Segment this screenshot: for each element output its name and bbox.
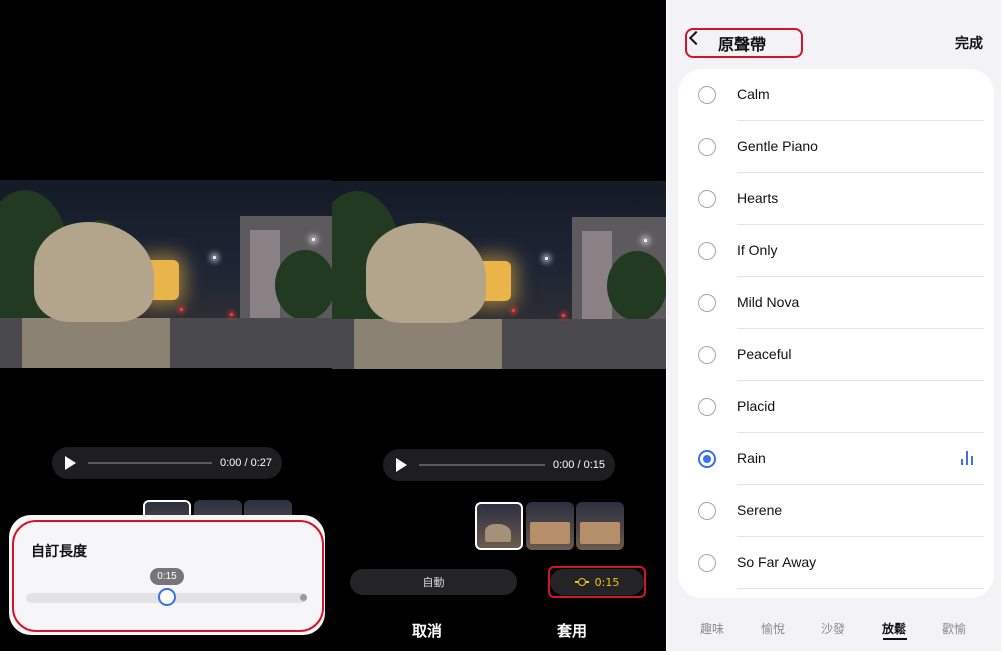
track-label: So Far Away xyxy=(737,554,817,570)
radio-button[interactable] xyxy=(698,554,716,572)
audio-player-bar: 0:00 / 0:15 xyxy=(383,449,615,481)
track-item-hearts[interactable]: Hearts xyxy=(678,173,994,225)
play-icon[interactable] xyxy=(396,458,407,472)
thumbnail-1[interactable] xyxy=(475,502,523,550)
track-label: Serene xyxy=(737,502,783,518)
track-item-calm[interactable]: Calm xyxy=(678,69,994,121)
tab-cheerful[interactable]: 歡愉 xyxy=(942,620,966,637)
track-item-serene[interactable]: Serene xyxy=(678,485,994,537)
track-item-mild-nova[interactable]: Mild Nova xyxy=(678,277,994,329)
now-playing-icon xyxy=(961,451,973,465)
track-item-peaceful[interactable]: Peaceful xyxy=(678,329,994,381)
progress-track[interactable] xyxy=(419,464,545,466)
track-label: Rain xyxy=(737,450,766,466)
slider-end-dot xyxy=(300,594,307,601)
radio-button[interactable] xyxy=(698,398,716,416)
thumbnail-3[interactable] xyxy=(576,502,624,550)
auto-length-button[interactable]: 自動 xyxy=(350,569,517,595)
track-item-gentle-piano[interactable]: Gentle Piano xyxy=(678,121,994,173)
custom-length-label: 0:15 xyxy=(594,575,620,589)
auto-length-label: 自動 xyxy=(422,576,445,589)
radio-button[interactable] xyxy=(698,190,716,208)
soundtrack-list: Calm Gentle Piano Hearts If Only Mild No… xyxy=(678,69,994,598)
tab-fun[interactable]: 趣味 xyxy=(700,620,724,637)
track-item-placid[interactable]: Placid xyxy=(678,381,994,433)
page-title: 原聲帶 xyxy=(718,35,767,54)
apply-button[interactable]: 套用 xyxy=(557,620,587,641)
soundtrack-header: 原聲帶 完成 xyxy=(667,0,1001,68)
video-editor-panel-trimmed: 0:00 / 0:15 自動 0:15 取消 套用 xyxy=(332,0,666,651)
track-label: Mild Nova xyxy=(737,294,800,310)
radio-button[interactable] xyxy=(698,242,716,260)
track-label: Hearts xyxy=(737,190,779,206)
radio-button-selected[interactable] xyxy=(698,450,716,468)
radio-button[interactable] xyxy=(698,138,716,156)
active-tab-indicator xyxy=(883,638,907,640)
genre-tabs: 趣味 愉悅 沙發 放鬆 歡愉 xyxy=(667,612,1001,640)
radio-button[interactable] xyxy=(698,86,716,104)
video-preview xyxy=(332,181,666,369)
length-adjust-icon xyxy=(574,578,589,586)
radio-button[interactable] xyxy=(698,294,716,312)
done-button[interactable]: 完成 xyxy=(955,33,983,53)
length-slider-handle[interactable] xyxy=(158,588,176,606)
custom-length-title: 自訂長度 xyxy=(31,544,87,560)
back-arrow-icon[interactable] xyxy=(688,30,704,46)
tab-joyful[interactable]: 愉悅 xyxy=(761,620,785,637)
video-preview xyxy=(0,180,332,368)
track-item-so-far-away[interactable]: So Far Away xyxy=(678,537,994,589)
track-item-rain[interactable]: Rain xyxy=(678,433,994,485)
playback-time: 0:00 / 0:15 xyxy=(553,459,605,471)
custom-length-card: 自訂長度 0:15 xyxy=(9,515,325,635)
tab-sofa[interactable]: 沙發 xyxy=(821,620,845,637)
track-label: Gentle Piano xyxy=(737,138,818,154)
tab-relax[interactable]: 放鬆 xyxy=(882,620,906,637)
progress-track[interactable] xyxy=(88,462,212,464)
audio-player-bar: 0:00 / 0:27 xyxy=(52,447,282,479)
length-value-bubble: 0:15 xyxy=(150,568,184,585)
track-label: Peaceful xyxy=(737,346,792,362)
video-editor-panel-custom-length: 0:00 / 0:27 自訂長度 0:15 xyxy=(0,0,332,651)
playback-time: 0:00 / 0:27 xyxy=(220,457,272,469)
radio-button[interactable] xyxy=(698,346,716,364)
track-label: If Only xyxy=(737,242,778,258)
soundtrack-picker-panel: 原聲帶 完成 Calm Gentle Piano Hearts If Only … xyxy=(667,0,1001,651)
track-item-if-only[interactable]: If Only xyxy=(678,225,994,277)
radio-button[interactable] xyxy=(698,502,716,520)
track-label: Calm xyxy=(737,86,770,102)
thumbnail-2[interactable] xyxy=(526,502,574,550)
cancel-button[interactable]: 取消 xyxy=(412,620,442,641)
divider xyxy=(737,588,984,589)
custom-length-button[interactable]: 0:15 xyxy=(550,569,644,595)
play-icon[interactable] xyxy=(65,456,76,470)
track-label: Placid xyxy=(737,398,776,414)
